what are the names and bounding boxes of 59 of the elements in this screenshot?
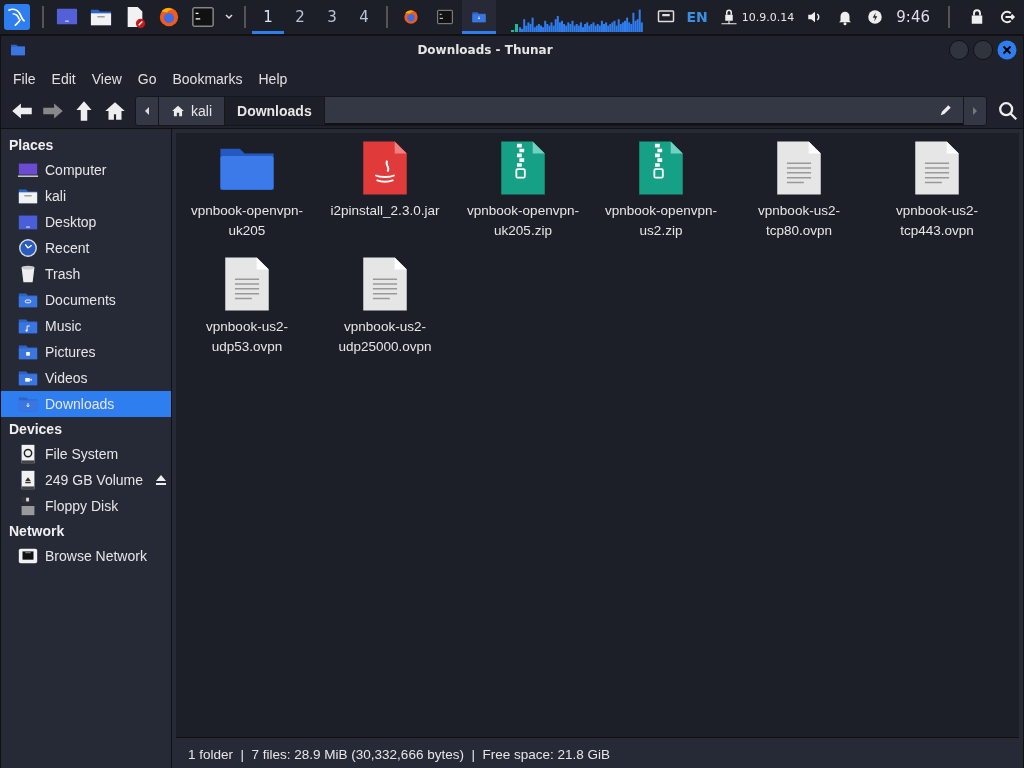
file-name[interactable]: vpnbook-us2-tcp80.ovpn [735, 201, 863, 241]
caret-left-icon[interactable] [143, 106, 151, 116]
workspace-tab[interactable]: 3 [316, 0, 348, 34]
sidebar-item[interactable]: 249 GB Volume [1, 467, 171, 493]
sidebar-item[interactable]: Desktop [1, 209, 171, 235]
sidebar-item[interactable]: Documents [1, 287, 171, 313]
menu-item[interactable]: File [5, 71, 44, 87]
logout-icon[interactable] [998, 8, 1016, 26]
sidebar-item[interactable]: File System [1, 441, 171, 467]
close-button[interactable] [997, 40, 1017, 60]
sidebar-item[interactable]: Trash [1, 261, 171, 287]
clock[interactable]: 9:46 [896, 8, 930, 26]
clock-icon [17, 237, 39, 259]
sidebar-item[interactable]: Pictures [1, 339, 171, 365]
sidebar-item[interactable]: Recent [1, 235, 171, 261]
sidebar-item[interactable]: Computer [1, 157, 171, 183]
power-icon[interactable] [866, 8, 885, 26]
file-name[interactable]: vpnbook-openvpn-uk205.zip [459, 201, 587, 241]
window-task-button[interactable] [462, 0, 496, 34]
status-bar: 1 folder | 7 files: 28.9 MiB (30,332,666 bytes) | Free space: 21.8 GiB [176, 737, 1019, 768]
terminal-icon[interactable] [437, 9, 453, 25]
sidebar-item[interactable]: Music [1, 313, 171, 339]
search-icon[interactable] [997, 100, 1019, 122]
home-icon [171, 104, 185, 118]
browser-icon[interactable] [158, 6, 180, 28]
menu-item[interactable]: View [83, 71, 130, 87]
workspace-tab[interactable]: 4 [348, 0, 380, 34]
sidebar-heading: Places [8, 136, 55, 155]
menu-item[interactable]: Bookmarks [164, 71, 251, 87]
file-name[interactable]: i2pinstall_2.3.0.jar [321, 201, 449, 221]
file-name[interactable]: vpnbook-openvpn-uk205 [183, 201, 311, 241]
terminal-icon[interactable] [192, 6, 214, 28]
downloads-folder-icon[interactable] [471, 9, 487, 25]
downloads-folder-icon [11, 44, 25, 56]
dragon-logo-icon[interactable] [4, 4, 30, 30]
lock-network-icon[interactable] [719, 8, 738, 26]
sidebar-item[interactable]: Videos [1, 365, 171, 391]
pencil-icon[interactable] [939, 103, 953, 117]
eject-icon[interactable] [155, 474, 167, 486]
window-title: Downloads - Thunar [416, 43, 554, 57]
path-button[interactable]: Downloads [225, 97, 325, 125]
file-name[interactable]: vpnbook-us2-tcp443.ovpn [873, 201, 1001, 241]
file-name[interactable]: vpnbook-openvpn-us2.zip [597, 201, 725, 241]
file-name[interactable]: vpnbook-us2-udp53.ovpn [183, 317, 311, 357]
menu-item[interactable]: Edit [43, 71, 84, 87]
sidebar-item[interactable]: Floppy Disk [1, 493, 171, 519]
vpn-address: 10.9.0.14 [741, 10, 795, 24]
caret-right-icon[interactable] [971, 106, 979, 116]
file-name[interactable]: vpnbook-us2-udp25000.ovpn [321, 317, 449, 357]
browser-icon[interactable] [403, 9, 419, 25]
chevron-down-icon[interactable] [224, 12, 234, 22]
workspace-tab[interactable]: 2 [284, 0, 316, 34]
sidebar-heading: Network [8, 522, 66, 541]
menu-item[interactable]: Help [250, 71, 296, 87]
sidebar-heading: Devices [8, 420, 63, 439]
sidebar-item[interactable]: Browse Network [1, 543, 171, 569]
keyboard-layout[interactable]: EN [686, 9, 708, 25]
sidebar-item[interactable]: kali [1, 183, 171, 209]
menu-item[interactable]: Go [129, 71, 165, 87]
